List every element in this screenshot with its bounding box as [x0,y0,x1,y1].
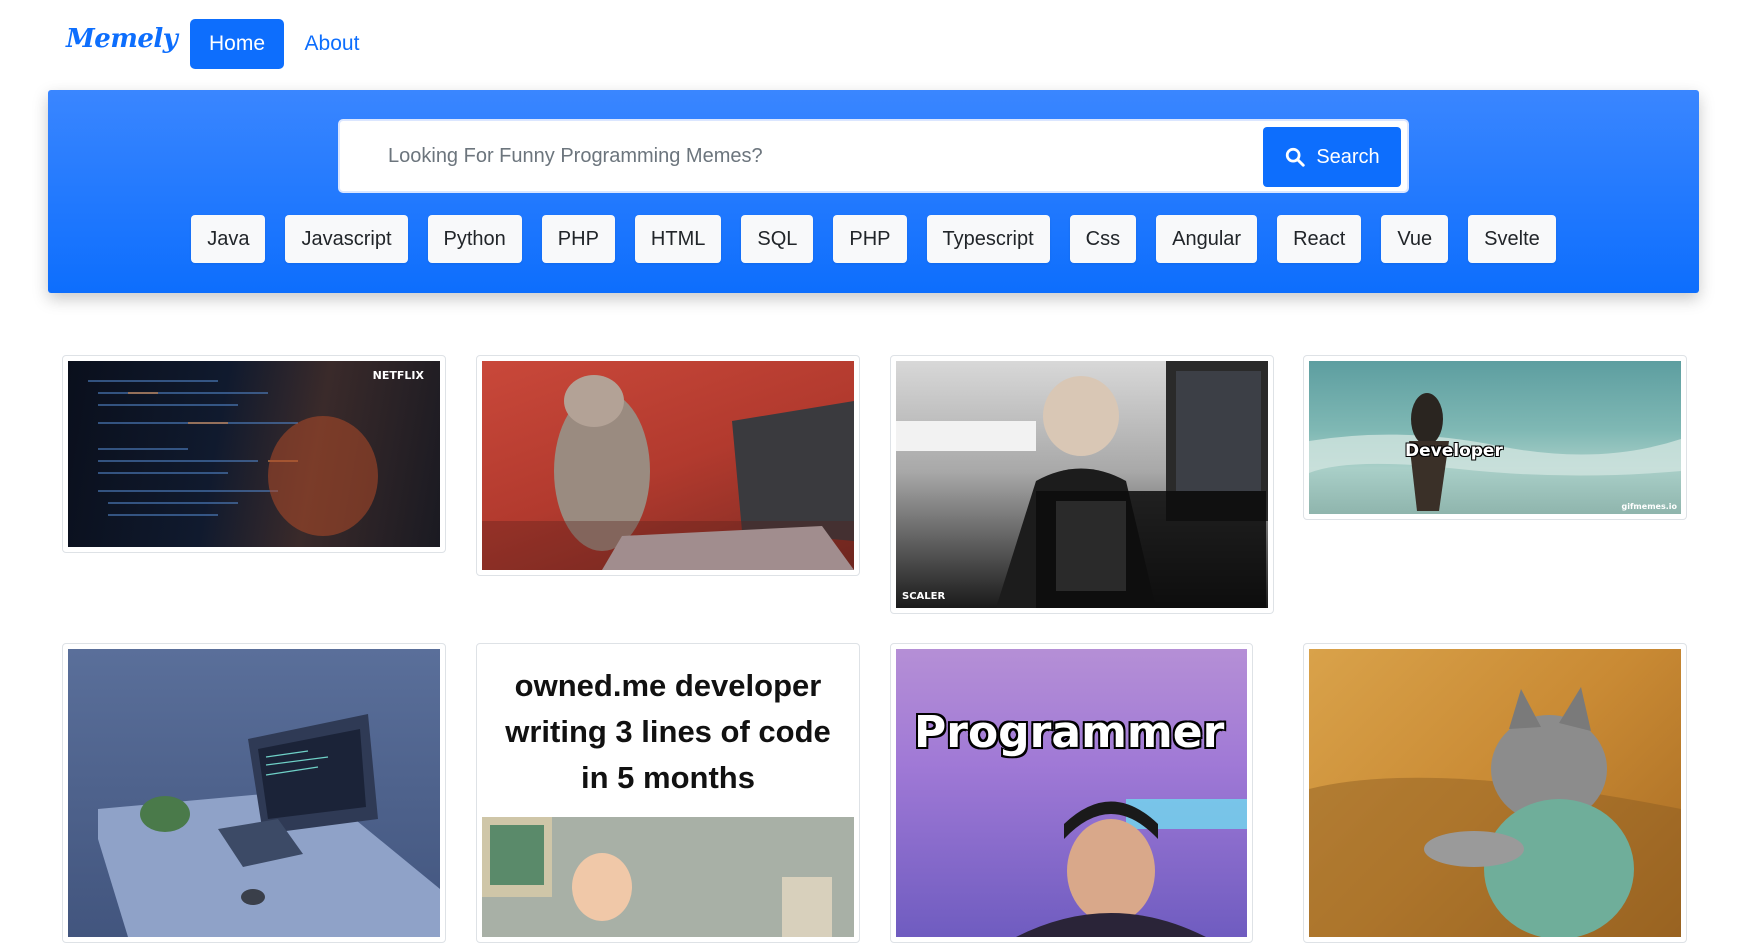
search-hero: Search Java Javascript Python PHP HTML S… [48,90,1699,293]
search-button[interactable]: Search [1263,127,1401,187]
search-icon [1286,147,1306,167]
meme-card[interactable] [476,355,860,576]
meme-image: NETFLIX [68,361,440,547]
meme-image [1309,649,1681,937]
meme-caption: SCALER [902,591,946,602]
tag-vue[interactable]: Vue [1381,215,1449,263]
brand-logo[interactable]: Memely [66,24,178,54]
code-lines [88,380,378,536]
meme-card[interactable]: Developer gifmemes.io [1303,355,1687,520]
frog-computer-scene [98,714,440,937]
meme-card[interactable]: NETFLIX [62,355,446,553]
meme-image: owned.me developer writing 3 lines of co… [482,649,854,937]
cartoon-scene [482,817,854,937]
meme-card[interactable]: owned.me developer writing 3 lines of co… [476,643,860,943]
tag-typescript[interactable]: Typescript [926,215,1050,263]
programmer-desk-scene [896,361,1268,608]
meme-card[interactable]: SCALER [890,355,1274,614]
meme-caption: Programmer [914,707,1225,758]
meme-image: SCALER [896,361,1268,608]
tag-python[interactable]: Python [427,215,522,263]
meme-caption: Developer [1405,441,1503,461]
nav-about-link[interactable]: About [292,19,372,69]
tag-html[interactable]: HTML [634,215,722,263]
programmer-person-scene [1016,799,1247,937]
meme-card[interactable]: Programmer [890,643,1253,943]
tag-java[interactable]: Java [191,215,266,263]
meme-card[interactable] [62,643,446,943]
meme-caption: owned.me developer writing 3 lines of co… [505,668,831,795]
meme-card[interactable] [1303,643,1687,943]
meme-caption: NETFLIX [372,369,424,382]
nav-home-link[interactable]: Home [190,19,284,69]
tag-php[interactable]: PHP [541,215,615,263]
pirate-beach-scene [1309,393,1681,511]
meme-image: Developer gifmemes.io [1309,361,1681,514]
tag-list: Java Javascript Python PHP HTML SQL PHP … [48,215,1699,263]
tag-javascript[interactable]: Javascript [285,215,408,263]
tag-php-2[interactable]: PHP [833,215,907,263]
meme-image: Programmer [896,649,1247,937]
tag-css[interactable]: Css [1069,215,1137,263]
cat-laptop-scene [482,375,854,570]
cat-typing-scene [1309,687,1681,937]
tag-angular[interactable]: Angular [1156,215,1258,263]
search-bar: Search [338,119,1409,193]
meme-watermark: gifmemes.io [1621,502,1677,511]
meme-image [482,361,854,570]
tag-react[interactable]: React [1277,215,1362,263]
tag-svelte[interactable]: Svelte [1468,215,1556,263]
search-input[interactable] [342,123,1262,189]
search-button-label: Search [1316,145,1380,168]
meme-image [68,649,440,937]
tag-sql[interactable]: SQL [741,215,814,263]
navbar: Memely Home About [0,0,1738,90]
